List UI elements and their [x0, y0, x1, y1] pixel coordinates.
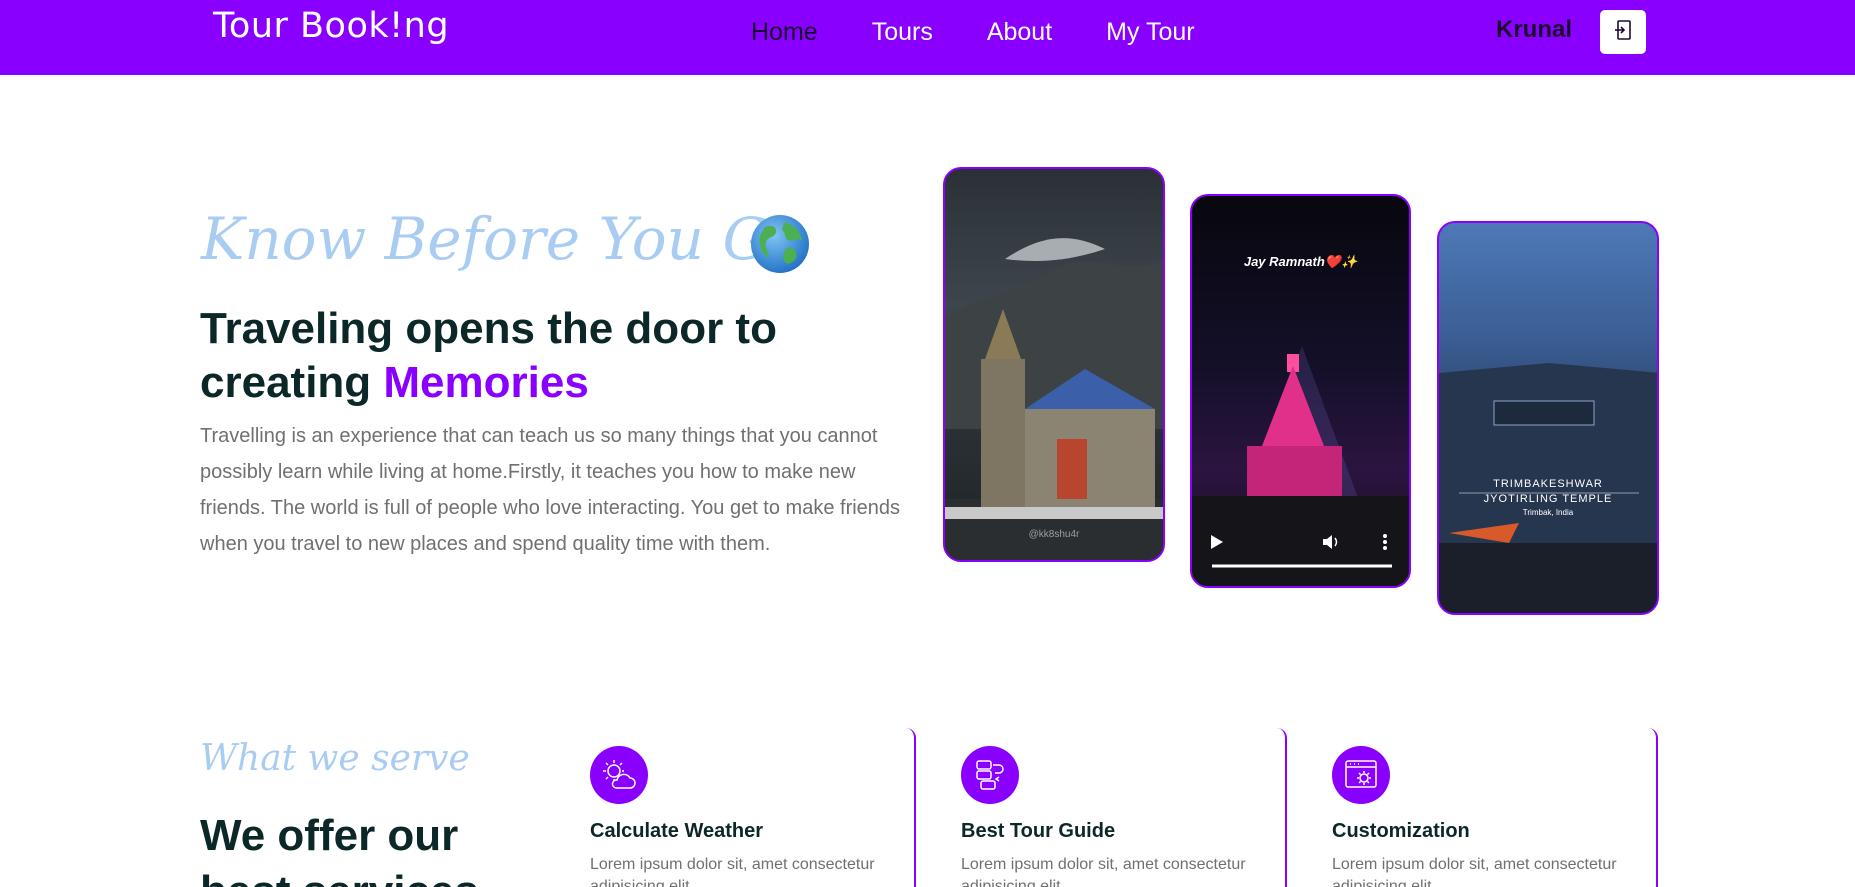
- logo[interactable]: Tour Book!ng: [213, 6, 449, 46]
- service-desc-guide: Lorem ipsum dolor sit, amet consectetur …: [961, 856, 1246, 887]
- service-card-customization: Customization Lorem ipsum dolor sit, ame…: [1332, 728, 1658, 887]
- logout-button[interactable]: [1600, 10, 1646, 54]
- photo-1-caption: @kk8shu4r: [1028, 529, 1080, 540]
- services-script-subtitle: What we serve: [200, 738, 470, 779]
- services-title: We offer our best services: [200, 811, 479, 887]
- globe-icon: [750, 214, 810, 274]
- photo-3-caption-line2: JYOTIRLING TEMPLE: [1483, 493, 1613, 505]
- username: Krunal: [1496, 16, 1573, 43]
- service-title-guide: Best Tour Guide: [961, 820, 1116, 842]
- hero-script-subtitle: Know Before You Go: [201, 205, 804, 273]
- hero-photo-3: TRIMBAKESHWAR JYOTIRLING TEMPLE Trimbak,…: [1437, 221, 1659, 615]
- nav-tours[interactable]: Tours: [872, 14, 933, 50]
- hero-title: Traveling opens the door to creating Mem…: [200, 302, 900, 410]
- main-nav: Home Tours About My Tour: [751, 14, 1195, 50]
- service-desc-weather: Lorem ipsum dolor sit, amet consectetur …: [590, 856, 875, 887]
- play-icon[interactable]: [1210, 534, 1224, 555]
- header: Tour Book!ng Home Tours About My Tour Kr…: [0, 0, 1855, 75]
- nav-my-tour[interactable]: My Tour: [1106, 14, 1194, 50]
- nav-about[interactable]: About: [987, 14, 1052, 50]
- photo-3-caption-line3: Trimbak, India: [1522, 508, 1574, 517]
- more-options-icon[interactable]: [1382, 533, 1388, 556]
- volume-icon[interactable]: [1322, 534, 1340, 555]
- service-title-weather: Calculate Weather: [590, 820, 764, 842]
- logout-icon: [1614, 19, 1632, 45]
- customization-icon: [1332, 746, 1390, 804]
- service-card-guide: Best Tour Guide Lorem ipsum dolor sit, a…: [961, 728, 1287, 887]
- service-title-customization: Customization: [1332, 820, 1470, 842]
- photo-2-caption: Jay Ramnath❤️✨: [1243, 254, 1358, 269]
- nav-home[interactable]: Home: [751, 14, 818, 50]
- hero-photo-1: @kk8shu4r: [943, 167, 1165, 562]
- photo-3-caption-line1: TRIMBAKESHWAR: [1493, 478, 1603, 490]
- guide-icon: [961, 746, 1019, 804]
- service-desc-customization: Lorem ipsum dolor sit, amet consectetur …: [1332, 856, 1617, 887]
- hero-title-accent: Memories: [383, 358, 589, 407]
- hero-description: Travelling is an experience that can tea…: [200, 425, 901, 555]
- service-card-weather: Calculate Weather Lorem ipsum dolor sit,…: [590, 728, 916, 887]
- hero-photo-2: Jay Ramnath❤️✨: [1190, 194, 1411, 588]
- weather-icon: [590, 746, 648, 804]
